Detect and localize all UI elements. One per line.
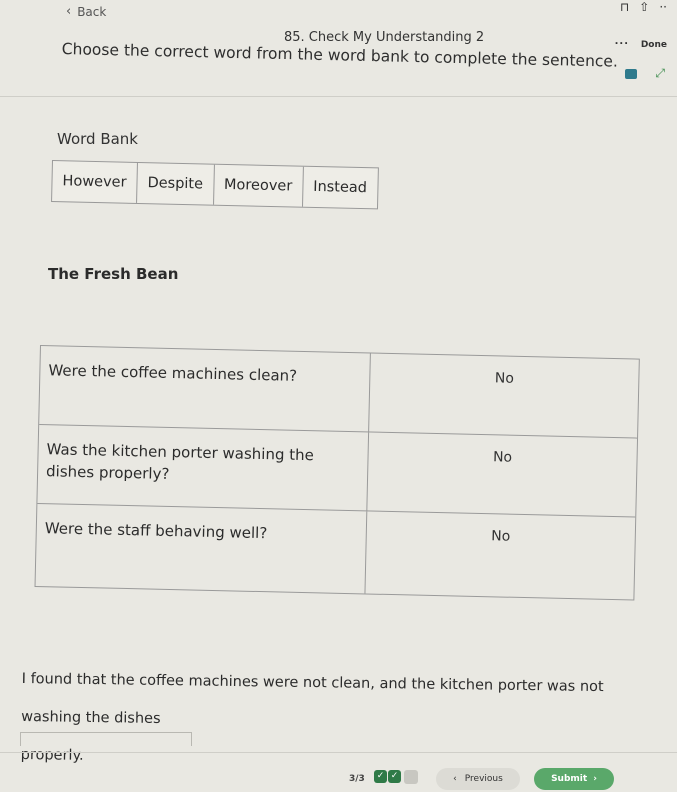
passage-title: The Fresh Bean xyxy=(48,265,179,283)
table-answer-cell: No xyxy=(492,449,513,466)
answer-drop-zone[interactable] xyxy=(20,732,192,746)
submit-button[interactable]: Submit › xyxy=(534,768,614,790)
previous-button[interactable]: ‹ Previous xyxy=(436,768,520,790)
question-indicator[interactable] xyxy=(404,770,418,784)
word-instead[interactable]: Instead xyxy=(303,167,378,209)
bookmark-icon[interactable]: ⊓ xyxy=(620,0,629,14)
previous-label: Previous xyxy=(464,774,503,784)
table-answer-cell: No xyxy=(494,370,515,387)
table-question-cell: Was the kitchen porter washing the dishe… xyxy=(37,425,370,511)
word-despite[interactable]: Despite xyxy=(137,162,215,205)
table-question-cell: Were the staff behaving well? xyxy=(35,503,368,594)
share-icon[interactable]: ⇧ xyxy=(639,0,649,14)
checkmark-icon[interactable]: ✓ xyxy=(374,770,387,783)
word-moreover[interactable]: Moreover xyxy=(213,164,304,207)
system-icons: ⊓ ⇧ ·· xyxy=(620,0,667,14)
inspection-table: Were the coffee machines clean? No Was t… xyxy=(34,345,640,601)
submit-label: Submit xyxy=(551,774,588,784)
table-row: Were the coffee machines clean? No xyxy=(39,346,639,439)
word-bank: However Despite Moreover Instead xyxy=(51,160,379,210)
table-answer-cell: No xyxy=(491,528,511,545)
more-options-button[interactable]: ... xyxy=(615,36,629,47)
done-button[interactable]: Done xyxy=(641,40,667,50)
chevron-right-icon: › xyxy=(593,774,597,784)
table-row: Were the staff behaving well? No xyxy=(35,503,636,600)
word-bank-label: Word Bank xyxy=(57,130,138,148)
checkmark-icon[interactable]: ✓ xyxy=(388,770,401,783)
question-title: 85. Check My Understanding 2 xyxy=(284,30,485,45)
expand-icon[interactable]: ⤢ xyxy=(655,66,665,81)
header-divider xyxy=(0,96,677,97)
top-bar: ‹ Back 85. Check My Understanding 2 Choo… xyxy=(0,0,677,100)
calculator-icon[interactable] xyxy=(625,68,638,79)
chevron-left-icon: ‹ xyxy=(66,4,72,19)
back-button[interactable]: ‹ Back xyxy=(66,4,106,19)
word-however[interactable]: However xyxy=(52,161,138,203)
ellipsis-icon[interactable]: ·· xyxy=(659,0,667,14)
chevron-left-icon: ‹ xyxy=(453,774,457,784)
progress-counter: 3/3 xyxy=(349,774,365,784)
back-label: Back xyxy=(77,4,107,19)
table-question-cell: Were the coffee machines clean? xyxy=(39,346,371,432)
table-row: Was the kitchen porter washing the dishe… xyxy=(37,425,638,518)
footer-bar: 3/3 ✓ ✓ ‹ Previous Submit › xyxy=(0,760,677,792)
tool-icons: ⤢ xyxy=(625,66,665,81)
footer-divider xyxy=(0,752,677,753)
